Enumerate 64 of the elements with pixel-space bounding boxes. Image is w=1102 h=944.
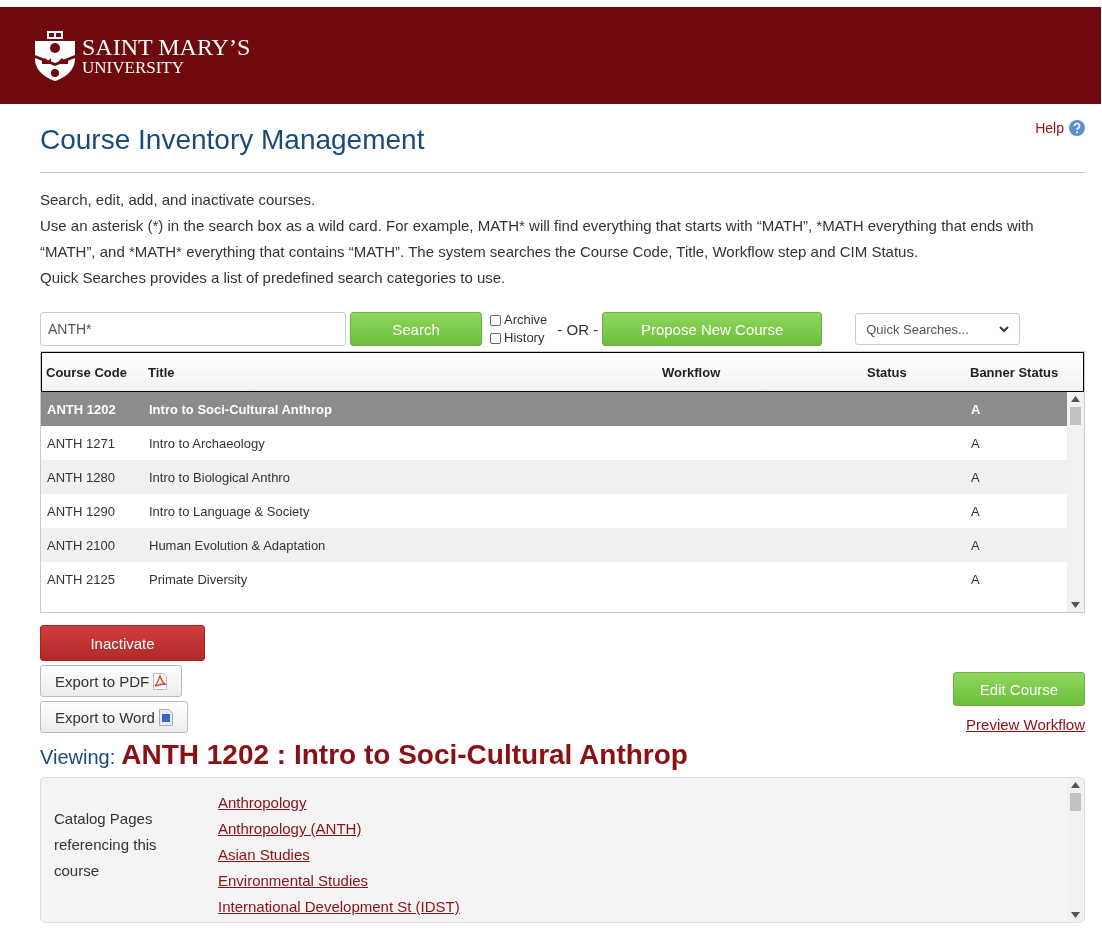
export-pdf-button[interactable]: Export to PDF	[40, 665, 183, 697]
checkbox-label: Archive	[504, 311, 548, 329]
scroll-up-icon[interactable]	[1071, 782, 1080, 788]
scrollbar[interactable]	[1067, 778, 1084, 922]
export-word-button[interactable]: Export to Word	[40, 701, 188, 733]
inactivate-button[interactable]: Inactivate	[40, 625, 205, 661]
table-cell-text: A	[970, 401, 982, 417]
table-cell-text: A	[970, 435, 981, 451]
document-icon	[158, 708, 173, 726]
scroll-thumb[interactable]	[1070, 407, 1081, 425]
caret-icon	[999, 325, 1010, 333]
checkbox-label: History	[504, 329, 545, 347]
search-field[interactable]: ANTH*	[40, 312, 346, 346]
table-row[interactable]: ANTH 1280 Intro to Biological Anthro A	[41, 460, 1067, 494]
table-cell-text: A	[970, 503, 981, 519]
instruction-text: Use an asterisk (*) in the search box as a wild card. For example, MATH* will find everything that starts with “MATH”, *MATH everything that ends with “MATH”, and *MATH* everything that contains “MATH”. The system searches the Course Code, Title, Workflow step and CIM Status.	[40, 216, 1035, 262]
table-cell-text: A	[970, 537, 981, 553]
preview-workflow-link[interactable]: Preview Workflow	[966, 716, 1085, 733]
pdf-file-icon	[153, 672, 168, 690]
scroll-down-icon[interactable]	[1071, 602, 1080, 608]
help-link[interactable]: Help	[1035, 120, 1085, 136]
table-cell-text: ANTH 1280	[46, 469, 116, 485]
catalog-link[interactable]: Anthropology	[218, 790, 307, 816]
table-row[interactable]: ANTH 2100 Human Evolution & Adaptation A	[41, 528, 1067, 562]
viewing-label: Viewing:	[40, 746, 116, 769]
catalog-label: Catalog Pages referencing this course	[53, 809, 158, 881]
column-header: Banner Status	[969, 364, 1060, 380]
crest-icon	[34, 30, 76, 81]
table-cell-text: Intro to Archaeology	[148, 435, 266, 451]
course-heading: ANTH 1202 : Intro to Soci-Cultural Anthrop	[121, 739, 688, 771]
catalog-link[interactable]: Asian Studies	[218, 842, 310, 868]
table-cell-text: A	[970, 469, 981, 485]
help-icon[interactable]	[1069, 120, 1085, 136]
scroll-up-icon[interactable]	[1071, 396, 1080, 402]
table-cell-text: Primate Diversity	[148, 571, 249, 587]
table-cell-text: Intro to Soci-Cultural Anthrop	[148, 401, 333, 417]
or-separator: - OR -	[557, 320, 599, 338]
table-cell-text: Intro to Biological Anthro	[148, 469, 291, 485]
table-cell-text: ANTH 1290	[46, 503, 116, 519]
logo-subtitle: UNIVERSITY	[82, 59, 185, 76]
scrollbar[interactable]	[1067, 392, 1084, 612]
instruction-text: Search, edit, add, and inactivate courses.	[40, 190, 317, 210]
column-header: Course Code	[45, 364, 128, 380]
catalog-link[interactable]: Environmental Studies	[218, 868, 369, 894]
column-header: Status	[866, 364, 908, 380]
table-cell-text: ANTH 2100	[46, 537, 116, 553]
checkbox[interactable]	[490, 332, 501, 344]
scroll-thumb[interactable]	[1070, 793, 1081, 811]
table-cell-text: ANTH 1271	[46, 435, 116, 451]
table-cell-text: ANTH 1202	[46, 401, 117, 417]
catalog-link[interactable]: Anthropology (ANTH)	[218, 816, 362, 842]
catalog-link[interactable]: International Development St (IDST)	[218, 894, 460, 920]
page-title: Course Inventory Management	[40, 124, 425, 156]
column-header: Workflow	[661, 364, 722, 380]
instruction-text: Quick Searches provides a list of predefined search categories to use.	[40, 268, 507, 288]
table-cell-text: Intro to Language & Society	[148, 503, 311, 519]
checkbox[interactable]	[490, 314, 501, 326]
column-header: Title	[147, 364, 176, 380]
table-cell-text: A	[970, 571, 981, 587]
quick-searches-dropdown[interactable]: Quick Searches...	[855, 313, 1021, 345]
table-cell-text: Human Evolution & Adaptation	[148, 537, 327, 553]
logo-title: SAINT MARY’S	[82, 35, 251, 59]
scroll-down-icon[interactable]	[1071, 912, 1080, 918]
table-cell-text: ANTH 2125	[46, 571, 116, 587]
